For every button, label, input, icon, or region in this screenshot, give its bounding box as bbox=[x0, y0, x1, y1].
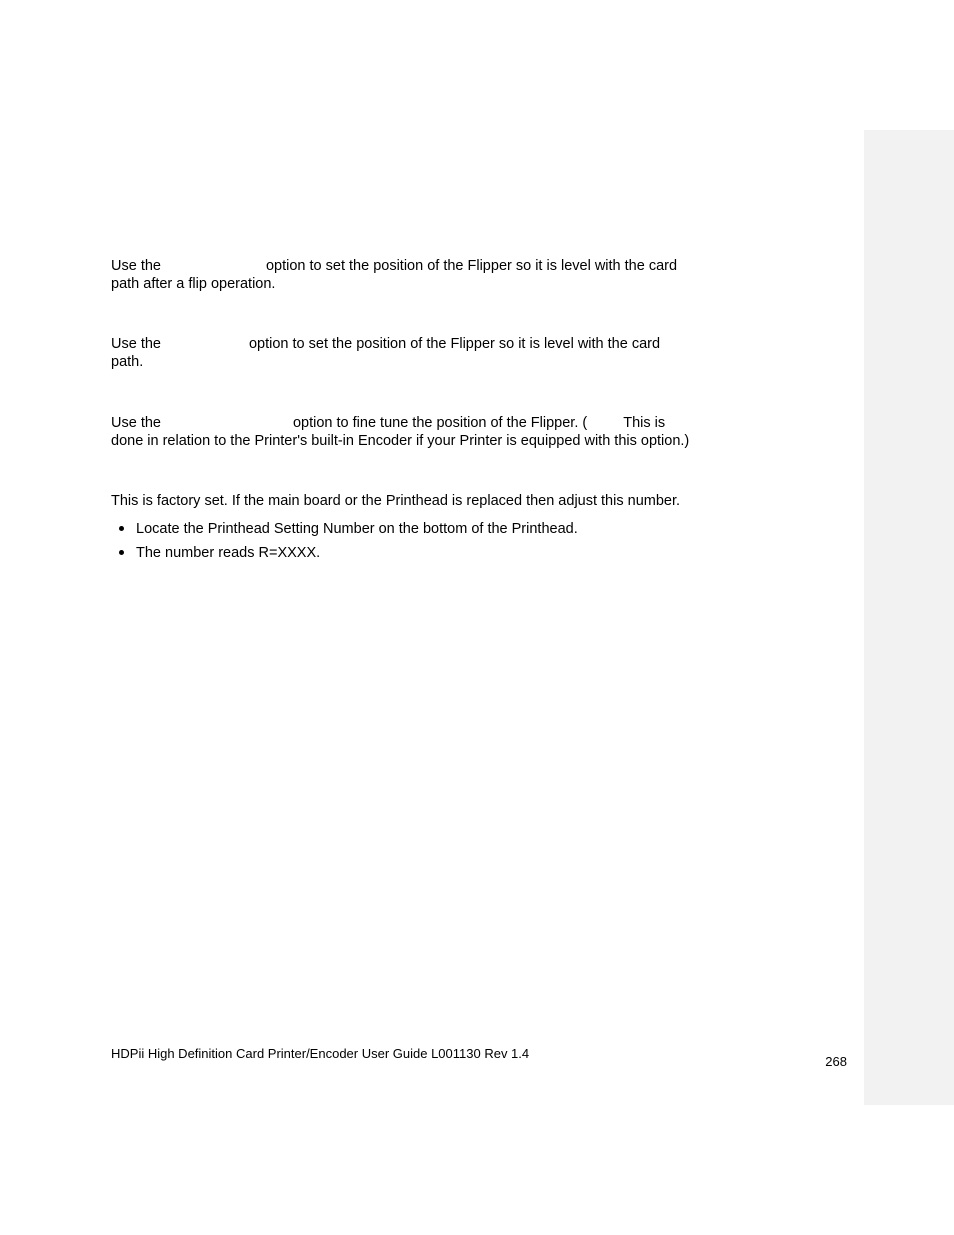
text-fragment: option to set the position of the Flippe… bbox=[249, 336, 660, 352]
paragraph: path. bbox=[111, 353, 851, 371]
page: Use the option to set the position of the… bbox=[0, 0, 954, 1235]
paragraph: path after a flip operation. bbox=[111, 275, 851, 293]
list-item: The number reads R=XXXX. bbox=[111, 544, 851, 562]
section-flipper-level: Use the option to set the position of the… bbox=[111, 335, 851, 371]
footer-title: HDPii High Definition Card Printer/Encod… bbox=[111, 1046, 529, 1061]
bullet-list: Locate the Printhead Setting Number on t… bbox=[111, 520, 851, 562]
content-area: Use the option to set the position of the… bbox=[111, 257, 851, 604]
paragraph: Use the option to set the position of the… bbox=[111, 335, 851, 353]
section-printhead-setting: This is factory set. If the main board o… bbox=[111, 492, 851, 562]
page-footer: HDPii High Definition Card Printer/Encod… bbox=[111, 1046, 851, 1069]
text-fragment: This is bbox=[623, 415, 665, 431]
paragraph: This is factory set. If the main board o… bbox=[111, 492, 851, 510]
list-item: Locate the Printhead Setting Number on t… bbox=[111, 520, 851, 538]
bullet-icon bbox=[119, 550, 124, 555]
list-item-text: Locate the Printhead Setting Number on t… bbox=[136, 520, 578, 538]
text-fragment: option to fine tune the position of the … bbox=[293, 415, 587, 431]
paragraph: Use the option to fine tune the position … bbox=[111, 414, 851, 432]
list-item-text: The number reads R=XXXX. bbox=[136, 544, 320, 562]
right-margin-shade bbox=[864, 130, 954, 1105]
paragraph: Use the option to set the position of the… bbox=[111, 257, 851, 275]
text-fragment: Use the bbox=[111, 415, 161, 431]
text-fragment: option to set the position of the Flippe… bbox=[266, 258, 677, 274]
text-fragment: Use the bbox=[111, 258, 161, 274]
text-fragment: Use the bbox=[111, 336, 161, 352]
paragraph: done in relation to the Printer's built-… bbox=[111, 432, 851, 450]
section-flipper-after-flip: Use the option to set the position of the… bbox=[111, 257, 851, 293]
bullet-icon bbox=[119, 526, 124, 531]
section-flipper-fine-tune: Use the option to fine tune the position … bbox=[111, 414, 851, 450]
page-number: 268 bbox=[825, 1054, 847, 1069]
